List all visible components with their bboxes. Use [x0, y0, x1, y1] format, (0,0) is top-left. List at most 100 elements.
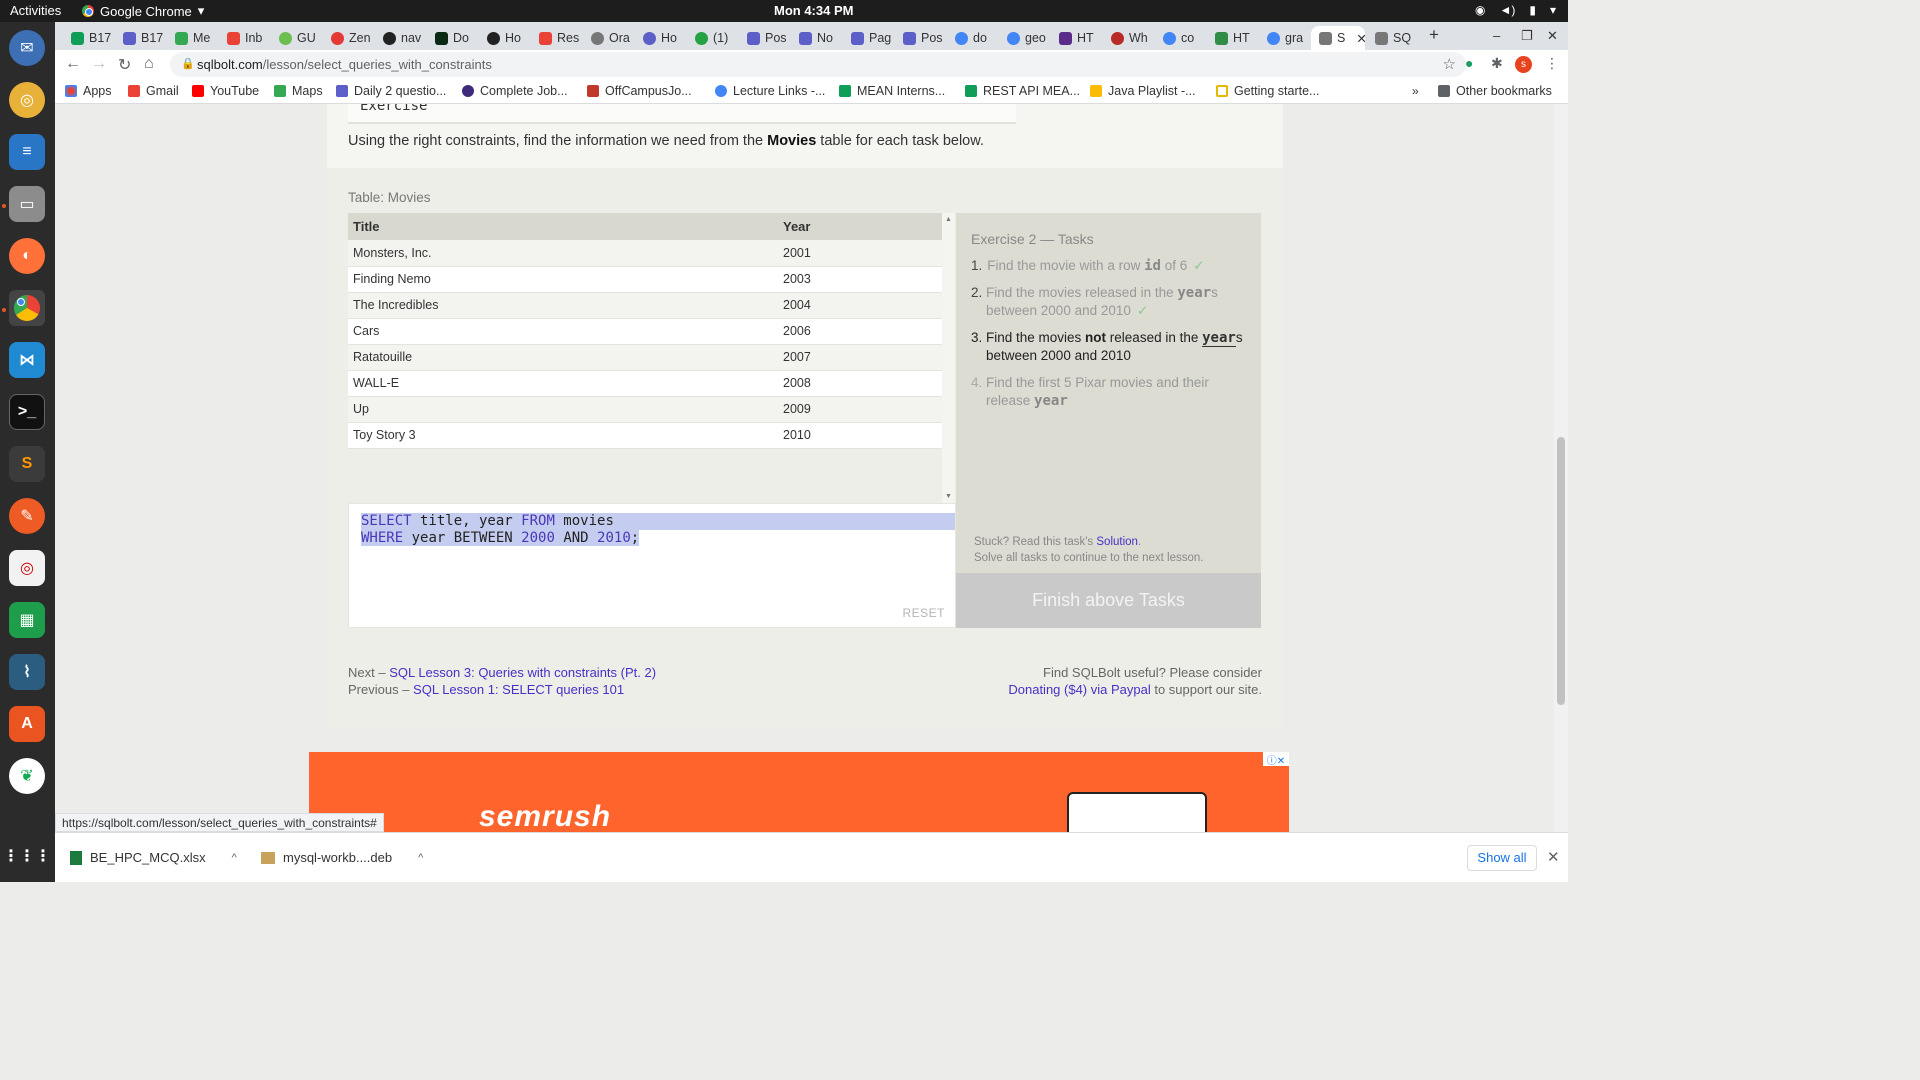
chrome-dock-icon[interactable] — [9, 290, 45, 326]
tab[interactable]: Ho — [479, 26, 529, 50]
tab[interactable]: co — [1155, 26, 1205, 50]
bookmark-lecture-links[interactable]: Lecture Links -... — [715, 84, 825, 98]
app-menu[interactable]: Google Chrome ▾ — [82, 3, 204, 19]
tab[interactable]: Do — [427, 26, 477, 50]
tab[interactable]: Inb — [219, 26, 269, 50]
bookmark-getting-started[interactable]: Getting starte... — [1216, 84, 1319, 98]
bookmark-maps[interactable]: Maps — [274, 84, 323, 98]
show-applications-icon[interactable]: ⋮⋮⋮ — [3, 838, 51, 874]
close-window-button[interactable]: ✕ — [1547, 28, 1558, 44]
terminal-icon[interactable]: >_ — [9, 394, 45, 430]
bookmark-java-playlist[interactable]: Java Playlist -... — [1090, 84, 1196, 98]
back-icon[interactable]: ← — [65, 55, 81, 73]
tab[interactable]: B17 — [63, 26, 113, 50]
profile-avatar[interactable]: s — [1515, 56, 1532, 73]
mongodb-compass-icon[interactable]: ❦ — [9, 758, 45, 794]
tab[interactable]: Zen — [323, 26, 373, 50]
tab[interactable]: Ora — [583, 26, 633, 50]
show-all-downloads-button[interactable]: Show all — [1467, 845, 1537, 871]
thunderbird-icon[interactable]: ✉ — [9, 30, 45, 66]
solution-link[interactable]: Solution — [1096, 536, 1138, 548]
firefox-icon[interactable]: ◐ — [9, 238, 45, 274]
download-item[interactable]: BE_HPC_MCQ.xlsx ^ — [70, 850, 237, 865]
system-tray[interactable]: ◉ ◄) ▮ ▾ — [1475, 3, 1556, 17]
tab[interactable]: No — [791, 26, 841, 50]
tab[interactable]: gra — [1259, 26, 1309, 50]
scroll-up-icon[interactable]: ▲ — [945, 216, 952, 223]
close-download-shelf-icon[interactable]: ✕ — [1547, 848, 1560, 866]
bookmark-other[interactable]: Other bookmarks — [1438, 84, 1552, 98]
previous-lesson-link[interactable]: SQL Lesson 1: SELECT queries 101 — [413, 682, 624, 697]
bookmark-mean-interns[interactable]: MEAN Interns... — [839, 84, 945, 98]
close-tab-icon[interactable]: ✕ — [1356, 31, 1365, 46]
mysql-workbench-icon[interactable]: ⌇ — [9, 654, 45, 690]
bookmark-daily-questions[interactable]: Daily 2 questio... — [336, 84, 446, 98]
tab[interactable]: do — [947, 26, 997, 50]
more-bookmarks-icon[interactable]: » — [1412, 84, 1419, 98]
reset-button[interactable]: RESET — [902, 606, 945, 620]
tab[interactable]: Pos — [739, 26, 789, 50]
chevron-up-icon[interactable]: ^ — [418, 852, 423, 864]
vscode-icon[interactable]: ⋈ — [9, 342, 45, 378]
maximize-button[interactable]: ❐ — [1521, 28, 1533, 44]
task-item-1[interactable]: 1. Find the movie with a row id of 6 ✓ — [971, 257, 1251, 275]
bookmark-apps[interactable]: Apps — [65, 84, 112, 98]
finish-tasks-button[interactable]: Finish above Tasks — [956, 573, 1261, 628]
tab[interactable]: HT — [1051, 26, 1101, 50]
table-scrollbar[interactable]: ▲ ▼ — [942, 213, 955, 503]
bookmark-youtube[interactable]: YouTube — [192, 84, 259, 98]
tab[interactable]: Pos — [895, 26, 945, 50]
tab[interactable]: geo — [999, 26, 1049, 50]
rhythmbox-icon[interactable]: ◎ — [9, 82, 45, 118]
tab[interactable]: Pag — [843, 26, 893, 50]
tab[interactable]: Wh — [1103, 26, 1153, 50]
extensions-icon[interactable]: ✱ — [1491, 55, 1503, 72]
tab[interactable]: SQ — [1367, 26, 1417, 50]
bookmark-complete-job[interactable]: Complete Job... — [462, 84, 568, 98]
download-item[interactable]: mysql-workb....deb ^ — [261, 850, 423, 865]
tab[interactable]: HT — [1207, 26, 1257, 50]
forward-icon[interactable]: → — [91, 55, 107, 73]
chrome-menu-icon[interactable]: ⋮ — [1545, 55, 1559, 72]
results-table-container[interactable]: Title Year Monsters, Inc. 2001 Finding Ne… — [348, 213, 956, 503]
clock[interactable]: Mon 4:34 PM — [774, 3, 853, 18]
scroll-down-icon[interactable]: ▼ — [945, 493, 952, 500]
tab-active[interactable]: S ✕ — [1311, 26, 1365, 50]
home-icon[interactable]: ⌂ — [144, 55, 154, 73]
task-item-3[interactable]: 3. Find the movies not released in the y… — [971, 329, 1251, 365]
tab[interactable]: B17 — [115, 26, 165, 50]
task-item-4[interactable]: 4. Find the first 5 Pixar movies and the… — [971, 374, 1251, 410]
sql-query-text[interactable]: SELECT title, year FROM movies WHERE yea… — [361, 513, 955, 546]
software-center-icon[interactable]: A — [9, 706, 45, 742]
minimize-button[interactable]: – — [1493, 28, 1500, 43]
activities-button[interactable]: Activities — [10, 3, 61, 18]
page-scrollbar[interactable] — [1554, 104, 1568, 832]
sublime-icon[interactable]: S — [9, 446, 45, 482]
calc-icon[interactable]: ▦ — [9, 602, 45, 638]
sql-editor[interactable]: SELECT title, year FROM movies WHERE yea… — [348, 503, 956, 628]
bookmark-gmail[interactable]: Gmail — [128, 84, 179, 98]
star-icon[interactable]: ☆ — [1443, 55, 1456, 73]
tab[interactable]: Res — [531, 26, 581, 50]
tab[interactable]: Me — [167, 26, 217, 50]
bookmark-rest-api[interactable]: REST API MEA... — [965, 84, 1080, 98]
advertisement-banner[interactable]: semrush ⓘ✕ — [309, 752, 1289, 832]
files-icon[interactable]: ▭ — [9, 186, 45, 222]
tab[interactable]: nav — [375, 26, 425, 50]
bookmark-offcampus[interactable]: OffCampusJo... — [587, 84, 692, 98]
page-scrollbar-thumb[interactable] — [1557, 437, 1565, 705]
chevron-up-icon[interactable]: ^ — [232, 852, 237, 864]
task-item-2[interactable]: 2. Find the movies released in the years… — [971, 284, 1251, 320]
address-bar[interactable]: 🔒 sqlbolt.com/lesson/select_queries_with… — [170, 52, 1466, 77]
document-viewer-icon[interactable]: ◎ — [9, 550, 45, 586]
grammarly-icon[interactable]: ● — [1465, 55, 1473, 71]
new-tab-button[interactable]: + — [1429, 25, 1439, 45]
tab[interactable]: Ho — [635, 26, 685, 50]
tab[interactable]: GU — [271, 26, 321, 50]
donate-link[interactable]: Donating ($4) via Paypal — [1008, 682, 1150, 697]
adchoices-icon[interactable]: ⓘ✕ — [1263, 752, 1289, 767]
tab[interactable]: (1) — [687, 26, 737, 50]
reload-icon[interactable]: ↻ — [118, 55, 131, 75]
writer-icon[interactable]: ≡ — [9, 134, 45, 170]
postman-icon[interactable]: ✎ — [9, 498, 45, 534]
